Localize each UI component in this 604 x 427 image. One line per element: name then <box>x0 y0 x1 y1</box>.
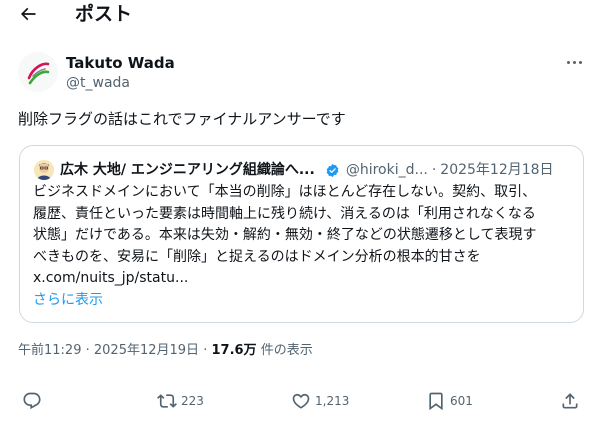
like-count: 1,213 <box>315 394 350 408</box>
more-options-button[interactable] <box>562 52 586 72</box>
repost-count: 223 <box>181 394 204 408</box>
person-avatar-icon <box>34 160 54 180</box>
post-time[interactable]: 午前11:29 <box>18 343 81 358</box>
quoted-post-link[interactable]: x.com/nuits_jp/statu... <box>33 268 575 290</box>
quoted-post-line: 状態」だけである。本来は失効・解約・無効・終了などの状態遷移として表現す <box>33 227 537 243</box>
author-name[interactable]: Takuto Wada <box>66 53 175 73</box>
quoted-post-line: 履歴、責任といった要素は時間軸上に残り続け、消えるのは「利用されなくなる <box>33 205 536 222</box>
logo-avatar <box>27 62 50 85</box>
post-meta: 午前11:29 · 2025年12月19日 · 17.6万 件の表示 <box>18 342 313 360</box>
author-handle[interactable]: @t_wada <box>66 74 130 92</box>
separator-dot: · <box>85 343 90 358</box>
back-button[interactable] <box>14 2 42 26</box>
view-count-label: 件の表示 <box>260 343 313 358</box>
quoted-author-name: 広木 大地/ エンジニアリング組織論へ... <box>60 162 315 178</box>
show-more-link[interactable]: さらに表示 <box>33 290 103 310</box>
more-dot-icon <box>578 60 582 64</box>
reply-icon <box>23 392 41 410</box>
tweet-text: 削除フラグの話はこれでファイナルアンサーです <box>18 110 346 128</box>
bookmark-count: 601 <box>450 394 473 408</box>
reply-button[interactable] <box>22 388 42 414</box>
bookmark-button[interactable]: 601 <box>426 388 473 414</box>
quoted-post-line: ビジネスドメインにおいて「本当の削除」はほとんど存在しない。契約、取引、 <box>33 184 537 200</box>
quoted-post-line: べきものを、安易に「削除」と捉えるのはドメイン分析の根本的甘さを <box>33 248 481 265</box>
quoted-post-date: 2025年12月18日 <box>440 162 554 178</box>
quoted-post-header: 広木 大地/ エンジニアリング組織論へ... @hiroki_d... · 20… <box>34 160 574 180</box>
like-button[interactable]: 1,213 <box>291 388 349 414</box>
repost-button[interactable]: 223 <box>157 388 204 414</box>
author-avatar[interactable] <box>18 52 58 92</box>
more-dot-icon <box>572 60 576 64</box>
verified-badge-icon <box>326 163 339 177</box>
quoted-post[interactable]: 広木 大地/ エンジニアリング組織論へ... @hiroki_d... · 20… <box>19 145 584 323</box>
view-count: 17.6万 <box>211 343 257 358</box>
post-date[interactable]: 2025年12月19日 <box>94 343 199 358</box>
share-icon <box>562 393 578 409</box>
page-header: ポスト <box>0 0 604 32</box>
quoted-author-avatar <box>34 160 54 180</box>
more-dot-icon <box>566 60 570 64</box>
bookmark-icon <box>429 392 443 411</box>
separator-dot: · <box>431 162 437 178</box>
share-button[interactable] <box>560 388 580 414</box>
arrow-left-icon <box>20 7 36 21</box>
quoted-author-handle: @hiroki_d... <box>345 162 428 178</box>
repost-icon <box>157 394 177 408</box>
action-bar: 223 1,213 601 <box>0 388 604 414</box>
separator-dot: · <box>203 343 208 358</box>
page-title: ポスト <box>75 3 133 25</box>
quoted-post-body: ビジネスドメインにおいて「本当の削除」はほとんど存在しない。契約、取引、 履歴、… <box>33 182 575 290</box>
heart-icon <box>292 393 310 409</box>
